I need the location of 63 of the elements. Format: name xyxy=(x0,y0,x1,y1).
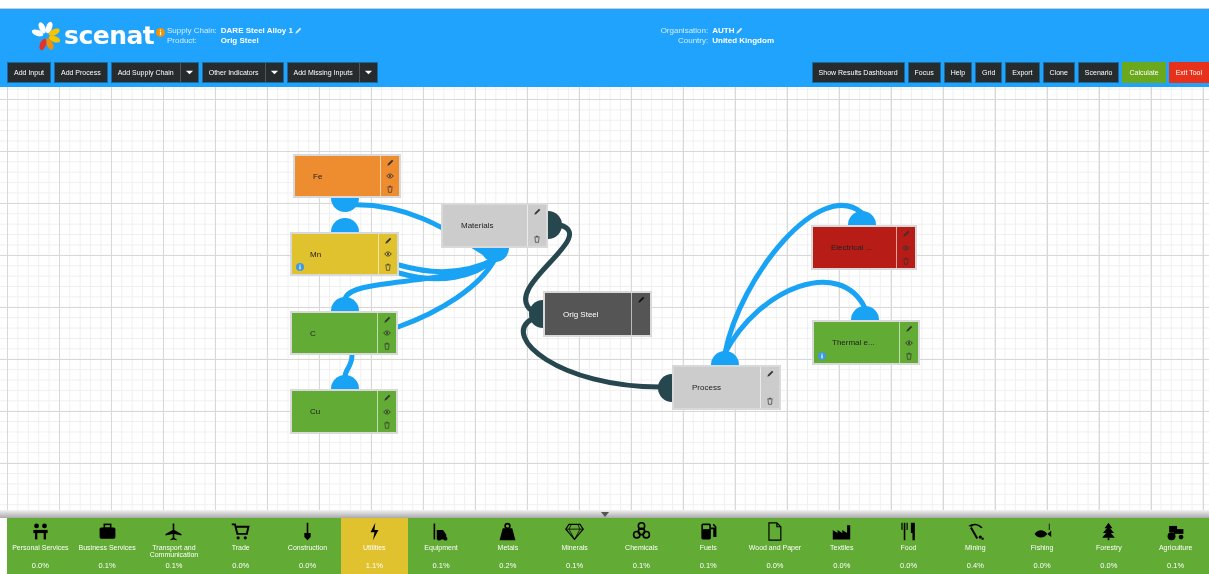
trash-icon[interactable] xyxy=(383,342,391,350)
node-label: Electrical ... xyxy=(831,243,873,252)
eye-icon[interactable] xyxy=(383,329,391,337)
input-node[interactable]: Electrical ... xyxy=(811,225,917,270)
field-value: DARE Steel Alloy 1 xyxy=(220,26,293,35)
node-label: C xyxy=(310,328,316,338)
trash-icon[interactable] xyxy=(766,397,774,405)
info-icon[interactable] xyxy=(818,352,826,360)
field-value: Orig Steel xyxy=(220,36,259,45)
logo-text: scenat xyxy=(64,21,155,50)
input-node[interactable]: Cu xyxy=(290,389,398,434)
trash-icon[interactable] xyxy=(384,263,392,271)
node-label: Fe xyxy=(313,171,323,181)
diamond-icon xyxy=(565,522,585,541)
node-label: Materials xyxy=(461,221,494,230)
pencil-icon[interactable] xyxy=(384,237,392,245)
field-label: Product: xyxy=(167,36,198,45)
field-label: Country: xyxy=(677,36,709,45)
eye-icon[interactable] xyxy=(902,243,910,252)
flower-logo-icon xyxy=(30,19,62,52)
field-value: AUTH xyxy=(712,26,735,35)
node-label: Orig Steel xyxy=(563,309,599,319)
pencil-icon[interactable] xyxy=(383,316,391,324)
airplane-icon xyxy=(164,522,184,541)
input-node[interactable]: Fe xyxy=(293,154,401,198)
weight-icon xyxy=(498,522,518,541)
eye-icon[interactable] xyxy=(384,250,392,258)
trash-icon[interactable] xyxy=(905,352,913,360)
trash-icon[interactable] xyxy=(902,257,910,265)
field-label: Organisation: xyxy=(660,26,709,35)
people-icon xyxy=(30,522,50,541)
fuel-pump-icon xyxy=(698,522,718,541)
pencil-icon[interactable] xyxy=(386,159,394,167)
connection-port[interactable] xyxy=(548,211,562,239)
connection-port[interactable] xyxy=(658,374,672,402)
input-node[interactable]: Thermal e... xyxy=(812,320,920,365)
pencil-icon[interactable] xyxy=(383,394,391,402)
eye-icon[interactable] xyxy=(386,172,394,180)
cart-icon xyxy=(231,522,251,541)
node-label: Thermal e... xyxy=(832,338,875,347)
pencil-icon[interactable] xyxy=(766,370,774,378)
node-label: Mn xyxy=(310,249,322,259)
field-label: Supply Chain: xyxy=(167,26,217,35)
factory-icon xyxy=(832,522,852,541)
info-icon xyxy=(156,27,166,37)
product-node[interactable]: Orig Steel xyxy=(543,291,652,337)
process-node[interactable]: Materials xyxy=(441,203,548,248)
field-value: United Kingdom xyxy=(712,36,774,45)
node-label: Cu xyxy=(310,407,321,416)
eye-icon[interactable] xyxy=(905,338,913,347)
briefcase-icon xyxy=(97,522,117,541)
trash-icon[interactable] xyxy=(533,235,541,243)
pencil-icon[interactable] xyxy=(533,208,541,216)
input-node[interactable]: Mn xyxy=(290,232,399,276)
input-node[interactable]: C xyxy=(290,311,398,355)
trash-icon[interactable] xyxy=(383,421,391,429)
process-node[interactable]: Process xyxy=(672,365,781,410)
pencil-icon[interactable] xyxy=(905,325,913,333)
info-icon[interactable] xyxy=(296,263,304,271)
trash-icon[interactable] xyxy=(386,185,394,193)
eye-icon[interactable] xyxy=(383,407,391,416)
node-label: Process xyxy=(692,383,721,392)
connection-port[interactable] xyxy=(529,300,543,328)
